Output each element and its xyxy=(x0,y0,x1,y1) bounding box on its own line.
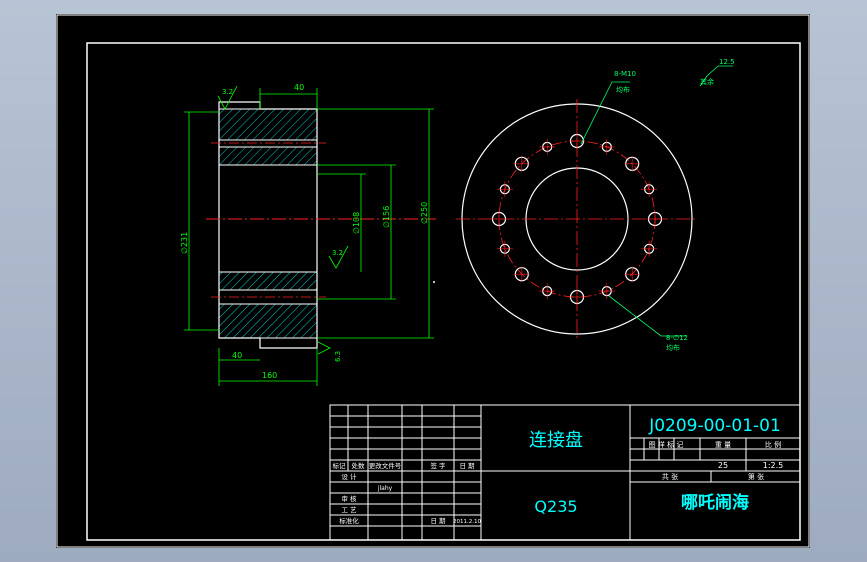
dim-bolt-circle: ∅231 xyxy=(180,232,189,254)
rev-h-4: 签 字 xyxy=(430,461,446,470)
dim-bore: ∅108 xyxy=(352,212,361,234)
stray-point xyxy=(433,281,435,283)
drawing-canvas: 40 40 160 ∅250 ∅156 ∅108 ∅231 3.2 3.2 6.… xyxy=(56,14,810,548)
dim-top-width: 40 xyxy=(294,83,304,92)
hatch-bot xyxy=(218,303,318,339)
dim-overall-len: 160 xyxy=(262,371,277,380)
total-sheets: 共 张 xyxy=(662,472,678,481)
scale-value: 1:2.5 xyxy=(763,461,784,470)
dim-outer-dia: ∅250 xyxy=(420,202,429,224)
label-standard: 标准化 xyxy=(339,516,359,525)
roughness-2: 3.2 xyxy=(332,249,343,257)
material: Q235 xyxy=(534,497,577,516)
hatch-top-2 xyxy=(218,146,318,166)
label-check: 审 核 xyxy=(341,494,357,503)
front-view: 8-M10 均布 8-∅12 均布 12.5 其余 xyxy=(433,58,735,352)
roughness-note: 12.5 xyxy=(719,58,735,66)
roughness-note-sub: 其余 xyxy=(700,77,714,86)
cad-viewport: 40 40 160 ∅250 ∅156 ∅108 ∅231 3.2 3.2 6.… xyxy=(0,0,867,562)
label-date: 日 期 xyxy=(430,517,446,525)
callout-top-sub: 均布 xyxy=(616,85,630,94)
rev-h-1: 标记 xyxy=(333,461,347,470)
section-view: 40 40 160 ∅250 ∅156 ∅108 ∅231 3.2 3.2 6.… xyxy=(180,83,436,386)
hatch-top xyxy=(218,108,318,141)
weight-value: 25 xyxy=(718,461,728,470)
designer-name: jlahy xyxy=(377,485,393,492)
dim-inner-dia: ∅156 xyxy=(382,206,391,228)
callout-text: 8-M10 均布 8-∅12 均布 12.5 其余 xyxy=(614,58,735,352)
date-value: 2011.2.10 xyxy=(453,519,481,525)
roughness-3: 6.3 xyxy=(334,351,342,362)
part-name: 连接盘 xyxy=(529,430,583,451)
roughness-1: 3.2 xyxy=(222,88,233,96)
label-graph-mark: 图 样 标 记 xyxy=(649,440,684,449)
hatch-bot-2 xyxy=(218,271,318,291)
label-weight: 重 量 xyxy=(715,441,731,449)
drawing-number: J0209-00-01-01 xyxy=(648,416,781,436)
dim-bottom-step: 40 xyxy=(232,351,242,360)
callout-leaders xyxy=(580,65,733,337)
sheet-no: 第 张 xyxy=(748,472,764,481)
label-design: 设 计 xyxy=(341,472,357,481)
author-name: 哪吒闹海 xyxy=(681,492,749,513)
rev-h-2: 处数 xyxy=(352,461,366,470)
drawing-sheet: 40 40 160 ∅250 ∅156 ∅108 ∅231 3.2 3.2 6.… xyxy=(56,14,810,548)
rev-h-5: 日 期 xyxy=(459,462,475,470)
label-process: 工 艺 xyxy=(341,506,357,514)
rev-h-3: 更改文件号 xyxy=(369,461,402,470)
callout-bottom-sub: 均布 xyxy=(666,343,680,352)
callout-top: 8-M10 xyxy=(614,70,636,78)
callout-bottom: 8-∅12 xyxy=(666,334,688,342)
label-scale: 比 例 xyxy=(765,440,781,449)
